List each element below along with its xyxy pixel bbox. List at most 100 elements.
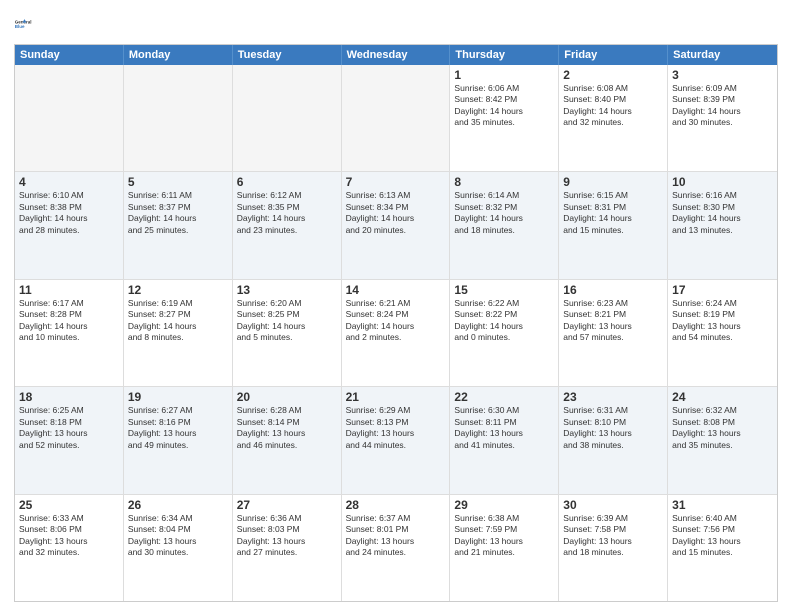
day-number: 12 xyxy=(128,283,228,297)
day-info: Sunrise: 6:32 AM Sunset: 8:08 PM Dayligh… xyxy=(672,405,773,451)
day-number: 24 xyxy=(672,390,773,404)
calendar-cell: 5Sunrise: 6:11 AM Sunset: 8:37 PM Daylig… xyxy=(124,172,233,278)
day-number: 22 xyxy=(454,390,554,404)
day-number: 17 xyxy=(672,283,773,297)
day-number: 28 xyxy=(346,498,446,512)
calendar-cell: 14Sunrise: 6:21 AM Sunset: 8:24 PM Dayli… xyxy=(342,280,451,386)
day-of-week-header: Tuesday xyxy=(233,45,342,65)
calendar-cell: 22Sunrise: 6:30 AM Sunset: 8:11 PM Dayli… xyxy=(450,387,559,493)
calendar-cell xyxy=(15,65,124,171)
calendar-cell: 4Sunrise: 6:10 AM Sunset: 8:38 PM Daylig… xyxy=(15,172,124,278)
day-info: Sunrise: 6:23 AM Sunset: 8:21 PM Dayligh… xyxy=(563,298,663,344)
day-of-week-header: Wednesday xyxy=(342,45,451,65)
calendar-cell: 11Sunrise: 6:17 AM Sunset: 8:28 PM Dayli… xyxy=(15,280,124,386)
day-info: Sunrise: 6:22 AM Sunset: 8:22 PM Dayligh… xyxy=(454,298,554,344)
logo-icon: General Blue xyxy=(14,10,42,38)
day-number: 27 xyxy=(237,498,337,512)
calendar-cell xyxy=(124,65,233,171)
calendar-cell: 13Sunrise: 6:20 AM Sunset: 8:25 PM Dayli… xyxy=(233,280,342,386)
calendar: SundayMondayTuesdayWednesdayThursdayFrid… xyxy=(14,44,778,602)
day-info: Sunrise: 6:28 AM Sunset: 8:14 PM Dayligh… xyxy=(237,405,337,451)
day-info: Sunrise: 6:39 AM Sunset: 7:58 PM Dayligh… xyxy=(563,513,663,559)
day-info: Sunrise: 6:06 AM Sunset: 8:42 PM Dayligh… xyxy=(454,83,554,129)
day-number: 7 xyxy=(346,175,446,189)
day-number: 5 xyxy=(128,175,228,189)
calendar-cell xyxy=(233,65,342,171)
calendar-row: 4Sunrise: 6:10 AM Sunset: 8:38 PM Daylig… xyxy=(15,172,777,279)
day-number: 2 xyxy=(563,68,663,82)
day-number: 23 xyxy=(563,390,663,404)
day-info: Sunrise: 6:08 AM Sunset: 8:40 PM Dayligh… xyxy=(563,83,663,129)
calendar-cell: 15Sunrise: 6:22 AM Sunset: 8:22 PM Dayli… xyxy=(450,280,559,386)
calendar-cell: 8Sunrise: 6:14 AM Sunset: 8:32 PM Daylig… xyxy=(450,172,559,278)
day-info: Sunrise: 6:31 AM Sunset: 8:10 PM Dayligh… xyxy=(563,405,663,451)
day-of-week-header: Thursday xyxy=(450,45,559,65)
day-info: Sunrise: 6:30 AM Sunset: 8:11 PM Dayligh… xyxy=(454,405,554,451)
calendar-row: 25Sunrise: 6:33 AM Sunset: 8:06 PM Dayli… xyxy=(15,495,777,601)
day-of-week-header: Sunday xyxy=(15,45,124,65)
day-info: Sunrise: 6:38 AM Sunset: 7:59 PM Dayligh… xyxy=(454,513,554,559)
calendar-cell: 26Sunrise: 6:34 AM Sunset: 8:04 PM Dayli… xyxy=(124,495,233,601)
day-number: 18 xyxy=(19,390,119,404)
calendar-row: 1Sunrise: 6:06 AM Sunset: 8:42 PM Daylig… xyxy=(15,65,777,172)
day-number: 13 xyxy=(237,283,337,297)
calendar-cell: 17Sunrise: 6:24 AM Sunset: 8:19 PM Dayli… xyxy=(668,280,777,386)
calendar-cell: 21Sunrise: 6:29 AM Sunset: 8:13 PM Dayli… xyxy=(342,387,451,493)
day-number: 20 xyxy=(237,390,337,404)
logo: General Blue xyxy=(14,10,42,38)
day-number: 25 xyxy=(19,498,119,512)
calendar-cell xyxy=(342,65,451,171)
calendar-cell: 24Sunrise: 6:32 AM Sunset: 8:08 PM Dayli… xyxy=(668,387,777,493)
day-of-week-header: Monday xyxy=(124,45,233,65)
day-info: Sunrise: 6:15 AM Sunset: 8:31 PM Dayligh… xyxy=(563,190,663,236)
calendar-cell: 7Sunrise: 6:13 AM Sunset: 8:34 PM Daylig… xyxy=(342,172,451,278)
day-info: Sunrise: 6:29 AM Sunset: 8:13 PM Dayligh… xyxy=(346,405,446,451)
day-info: Sunrise: 6:25 AM Sunset: 8:18 PM Dayligh… xyxy=(19,405,119,451)
day-info: Sunrise: 6:21 AM Sunset: 8:24 PM Dayligh… xyxy=(346,298,446,344)
day-of-week-header: Friday xyxy=(559,45,668,65)
calendar-body: 1Sunrise: 6:06 AM Sunset: 8:42 PM Daylig… xyxy=(15,65,777,601)
day-info: Sunrise: 6:20 AM Sunset: 8:25 PM Dayligh… xyxy=(237,298,337,344)
calendar-cell: 31Sunrise: 6:40 AM Sunset: 7:56 PM Dayli… xyxy=(668,495,777,601)
day-number: 6 xyxy=(237,175,337,189)
day-number: 8 xyxy=(454,175,554,189)
day-number: 4 xyxy=(19,175,119,189)
day-info: Sunrise: 6:12 AM Sunset: 8:35 PM Dayligh… xyxy=(237,190,337,236)
calendar-cell: 9Sunrise: 6:15 AM Sunset: 8:31 PM Daylig… xyxy=(559,172,668,278)
day-info: Sunrise: 6:09 AM Sunset: 8:39 PM Dayligh… xyxy=(672,83,773,129)
day-info: Sunrise: 6:36 AM Sunset: 8:03 PM Dayligh… xyxy=(237,513,337,559)
day-info: Sunrise: 6:19 AM Sunset: 8:27 PM Dayligh… xyxy=(128,298,228,344)
calendar-header: SundayMondayTuesdayWednesdayThursdayFrid… xyxy=(15,45,777,65)
calendar-cell: 23Sunrise: 6:31 AM Sunset: 8:10 PM Dayli… xyxy=(559,387,668,493)
day-number: 9 xyxy=(563,175,663,189)
day-info: Sunrise: 6:27 AM Sunset: 8:16 PM Dayligh… xyxy=(128,405,228,451)
day-info: Sunrise: 6:10 AM Sunset: 8:38 PM Dayligh… xyxy=(19,190,119,236)
day-number: 30 xyxy=(563,498,663,512)
calendar-cell: 28Sunrise: 6:37 AM Sunset: 8:01 PM Dayli… xyxy=(342,495,451,601)
calendar-cell: 12Sunrise: 6:19 AM Sunset: 8:27 PM Dayli… xyxy=(124,280,233,386)
calendar-cell: 29Sunrise: 6:38 AM Sunset: 7:59 PM Dayli… xyxy=(450,495,559,601)
calendar-cell: 20Sunrise: 6:28 AM Sunset: 8:14 PM Dayli… xyxy=(233,387,342,493)
day-info: Sunrise: 6:16 AM Sunset: 8:30 PM Dayligh… xyxy=(672,190,773,236)
day-number: 16 xyxy=(563,283,663,297)
day-info: Sunrise: 6:17 AM Sunset: 8:28 PM Dayligh… xyxy=(19,298,119,344)
day-number: 14 xyxy=(346,283,446,297)
day-number: 26 xyxy=(128,498,228,512)
calendar-cell: 2Sunrise: 6:08 AM Sunset: 8:40 PM Daylig… xyxy=(559,65,668,171)
calendar-cell: 10Sunrise: 6:16 AM Sunset: 8:30 PM Dayli… xyxy=(668,172,777,278)
calendar-cell: 16Sunrise: 6:23 AM Sunset: 8:21 PM Dayli… xyxy=(559,280,668,386)
calendar-cell: 30Sunrise: 6:39 AM Sunset: 7:58 PM Dayli… xyxy=(559,495,668,601)
day-number: 11 xyxy=(19,283,119,297)
calendar-row: 11Sunrise: 6:17 AM Sunset: 8:28 PM Dayli… xyxy=(15,280,777,387)
day-number: 29 xyxy=(454,498,554,512)
day-number: 10 xyxy=(672,175,773,189)
calendar-cell: 27Sunrise: 6:36 AM Sunset: 8:03 PM Dayli… xyxy=(233,495,342,601)
calendar-cell: 18Sunrise: 6:25 AM Sunset: 8:18 PM Dayli… xyxy=(15,387,124,493)
day-info: Sunrise: 6:24 AM Sunset: 8:19 PM Dayligh… xyxy=(672,298,773,344)
day-number: 19 xyxy=(128,390,228,404)
calendar-cell: 1Sunrise: 6:06 AM Sunset: 8:42 PM Daylig… xyxy=(450,65,559,171)
calendar-cell: 3Sunrise: 6:09 AM Sunset: 8:39 PM Daylig… xyxy=(668,65,777,171)
day-info: Sunrise: 6:11 AM Sunset: 8:37 PM Dayligh… xyxy=(128,190,228,236)
day-info: Sunrise: 6:40 AM Sunset: 7:56 PM Dayligh… xyxy=(672,513,773,559)
day-of-week-header: Saturday xyxy=(668,45,777,65)
